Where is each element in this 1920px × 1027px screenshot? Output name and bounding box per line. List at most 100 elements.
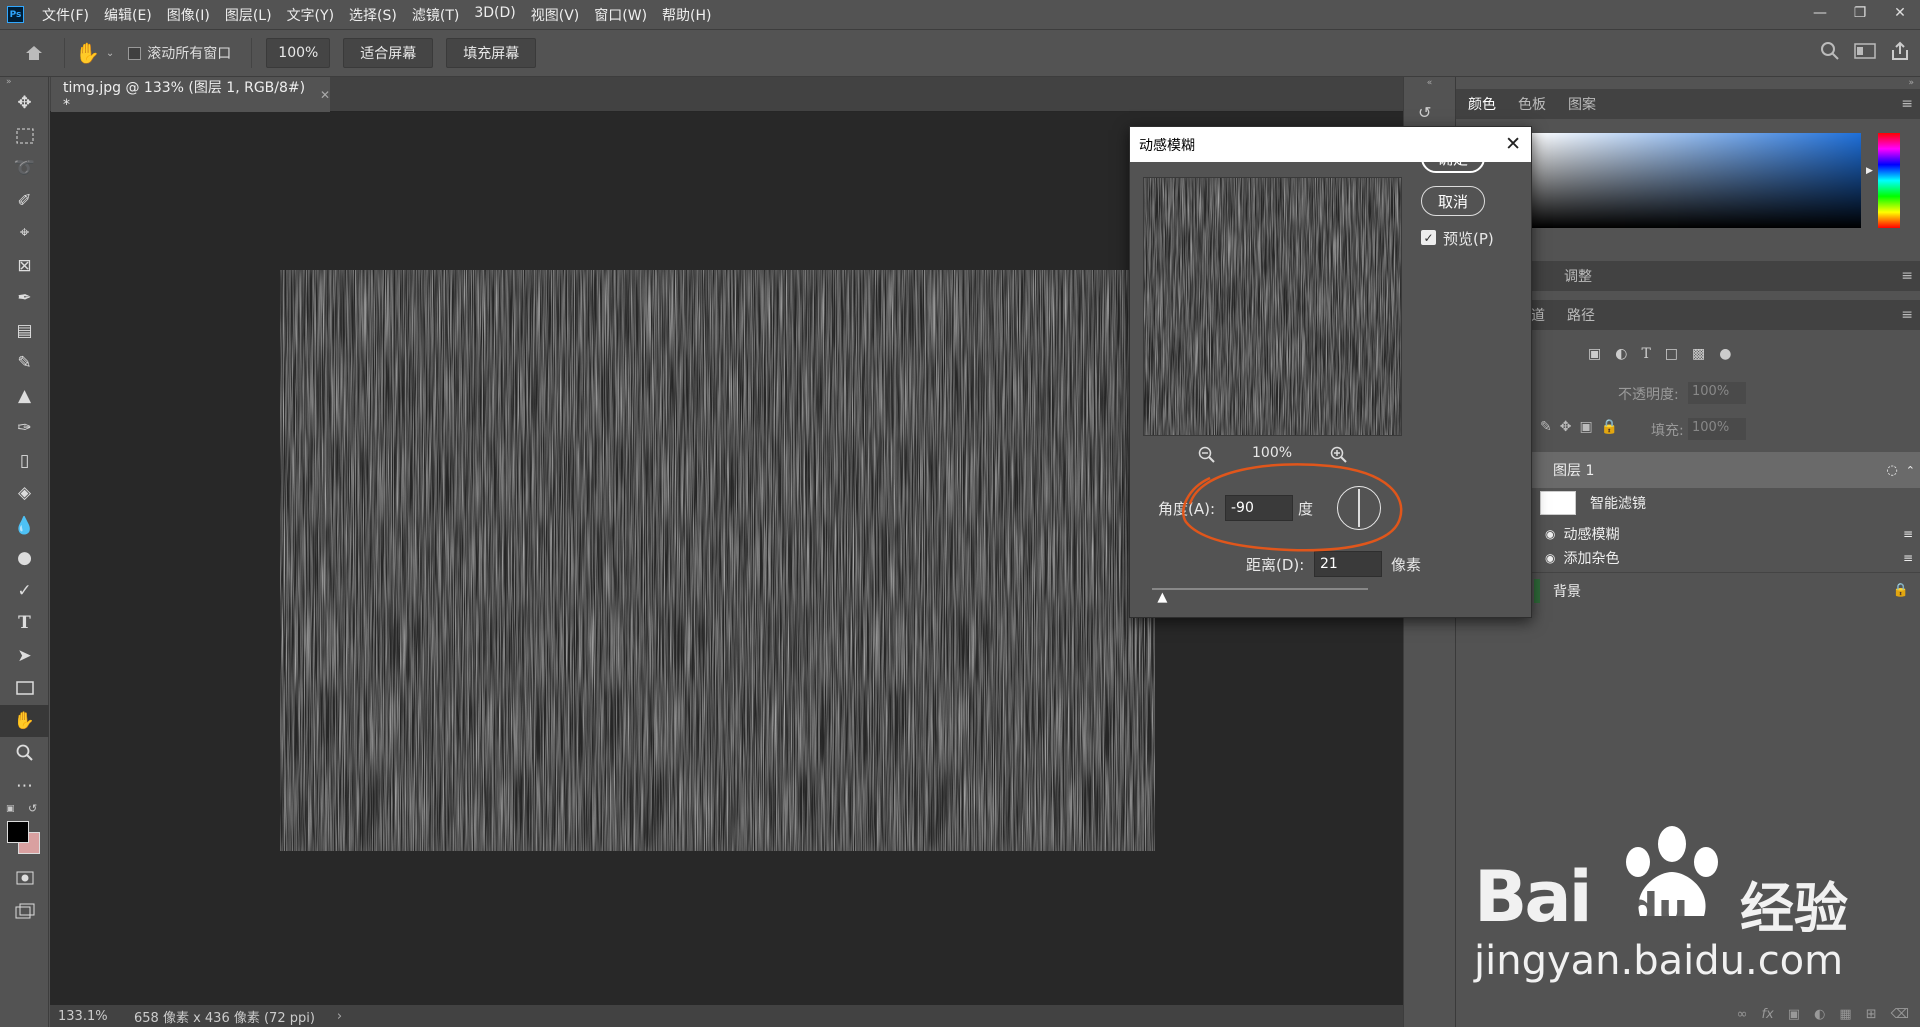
menu-3d[interactable]: 3D(D) (474, 5, 515, 25)
document-tab[interactable]: timg.jpg @ 133% (图层 1, RGB/8#) * ✕ (51, 77, 330, 113)
cancel-button[interactable]: 取消 (1421, 186, 1485, 216)
frame-tool-icon[interactable]: ⊠ (0, 250, 49, 283)
swap-colors-icon[interactable]: ↺ (28, 802, 37, 815)
eye-icon[interactable]: ◉ (1545, 551, 1555, 565)
expand-panels-icon[interactable]: » (1456, 77, 1920, 89)
color-field[interactable] (1531, 133, 1861, 228)
history-icon[interactable]: ↺ (1418, 103, 1455, 122)
eyedropper-tool-icon[interactable]: ✒ (0, 282, 49, 315)
fx-icon[interactable]: fx (1761, 1007, 1773, 1022)
paint-bucket-tool-icon[interactable]: ◈ (0, 477, 49, 510)
quick-select-tool-icon[interactable]: ✐ (0, 185, 49, 218)
tab-adjustments[interactable]: 调整 (1564, 266, 1592, 286)
panel-menu-icon-3[interactable]: ≡ (1901, 307, 1913, 323)
filter-options-icon[interactable]: ≡ (1903, 527, 1913, 541)
screen-mode-icon[interactable] (0, 895, 49, 928)
menu-image[interactable]: 图像(I) (167, 5, 210, 25)
expand-icon[interactable]: ⌃ (1906, 464, 1915, 477)
filter-preview[interactable] (1143, 177, 1402, 436)
hand-tool-icon[interactable]: ✋ (75, 41, 100, 65)
path-select-tool-icon[interactable]: ➤ (0, 640, 49, 673)
close-icon[interactable]: ✕ (1880, 0, 1920, 26)
share-icon[interactable] (1890, 41, 1910, 65)
distance-slider-thumb[interactable]: ▲ (1157, 591, 1167, 604)
filter-type-icon[interactable]: T (1641, 346, 1650, 362)
menu-file[interactable]: 文件(F) (42, 5, 89, 25)
more-tools-icon[interactable]: ⋯ (0, 770, 49, 803)
distance-slider-track[interactable] (1152, 588, 1368, 590)
status-chevron-icon[interactable]: › (337, 1009, 342, 1024)
preview-checkbox[interactable]: ✓ (1421, 230, 1436, 245)
tab-swatches[interactable]: 色板 (1518, 94, 1546, 114)
filter-toggle-icon[interactable]: ● (1719, 346, 1731, 362)
blur-tool-icon[interactable]: 💧 (0, 510, 49, 543)
quick-mask-icon[interactable] (0, 862, 49, 895)
panel-menu-icon[interactable]: ≡ (1901, 96, 1913, 112)
marquee-tool-icon[interactable] (0, 120, 49, 153)
zoom-field[interactable]: 100% (266, 38, 331, 68)
hand-tool-icon[interactable]: ✋ (0, 704, 49, 737)
link-layers-icon[interactable]: ∞ (1737, 1007, 1748, 1022)
chevron-down-icon[interactable]: ⌄ (106, 48, 114, 59)
menu-view[interactable]: 视图(V) (531, 5, 580, 25)
collapse-icon[interactable]: » (0, 77, 48, 87)
canvas-image[interactable] (280, 270, 1155, 851)
dodge-tool-icon[interactable]: ● (0, 542, 49, 575)
rectangle-tool-icon[interactable] (0, 672, 49, 705)
tab-color[interactable]: 颜色 (1468, 94, 1496, 114)
fill-screen-button[interactable]: 填充屏幕 (446, 38, 537, 68)
pen-tool-icon[interactable]: ✓ (0, 575, 49, 608)
filter-shape-icon[interactable]: □ (1665, 346, 1678, 362)
menu-window[interactable]: 窗口(W) (594, 5, 647, 25)
search-icon[interactable] (1820, 41, 1840, 65)
tab-patterns[interactable]: 图案 (1568, 94, 1596, 114)
delete-layer-icon[interactable]: ⌫ (1891, 1007, 1909, 1022)
healing-brush-tool-icon[interactable]: ▤ (0, 315, 49, 348)
status-doc-info: 658 像素 x 436 像素 (72 ppi) (134, 1010, 315, 1026)
collapse-strip-icon[interactable]: « (1404, 77, 1455, 89)
status-zoom[interactable]: 133.1% (58, 1009, 118, 1024)
scroll-all-checkbox[interactable] (128, 46, 142, 60)
close-tab-icon[interactable]: ✕ (320, 88, 330, 102)
restore-icon[interactable]: ❐ (1840, 0, 1880, 26)
minimize-icon[interactable]: — (1800, 0, 1840, 26)
filter-options-icon[interactable]: ≡ (1903, 551, 1913, 565)
fill-field[interactable]: 100% (1688, 418, 1746, 440)
menu-filter[interactable]: 滤镜(T) (412, 5, 459, 25)
zoom-tool-icon[interactable] (0, 737, 49, 770)
panel-menu-icon-2[interactable]: ≡ (1901, 268, 1913, 284)
menu-type[interactable]: 文字(Y) (287, 5, 334, 25)
document-tab-bar: timg.jpg @ 133% (图层 1, RGB/8#) * ✕ (50, 77, 1403, 113)
default-colors-icon[interactable]: ▣ (6, 804, 15, 814)
type-tool-icon[interactable]: T (0, 607, 49, 640)
adjustment-layer-icon[interactable]: ◐ (1814, 1007, 1825, 1022)
new-layer-icon[interactable]: ⊞ (1866, 1007, 1877, 1022)
history-brush-tool-icon[interactable]: ✑ (0, 412, 49, 445)
fit-screen-button[interactable]: 适合屏幕 (343, 38, 434, 68)
clone-stamp-tool-icon[interactable]: ▲ (0, 380, 49, 413)
close-icon[interactable]: ✕ (1505, 133, 1521, 155)
lasso-tool-icon[interactable]: ➰ (0, 152, 49, 185)
home-icon[interactable] (14, 44, 54, 62)
filter-pixel-icon[interactable]: ▣ (1588, 346, 1601, 362)
foreground-color-swatch[interactable] (7, 821, 29, 843)
menu-layer[interactable]: 图层(L) (225, 5, 272, 25)
workspace-icon[interactable] (1854, 43, 1876, 63)
tab-paths[interactable]: 路径 (1567, 305, 1595, 325)
tab-channels[interactable]: 道 (1531, 305, 1545, 325)
add-mask-icon[interactable]: ▣ (1788, 1007, 1800, 1022)
new-group-icon[interactable]: ▦ (1839, 1007, 1851, 1022)
eye-icon[interactable]: ◉ (1545, 527, 1555, 541)
filter-adjust-icon[interactable]: ◐ (1615, 346, 1627, 362)
crop-tool-icon[interactable]: ⌖ (0, 217, 49, 250)
eraser-tool-icon[interactable]: ▯ (0, 445, 49, 478)
menu-select[interactable]: 选择(S) (349, 5, 397, 25)
brush-tool-icon[interactable]: ✎ (0, 347, 49, 380)
menu-help[interactable]: 帮助(H) (662, 5, 711, 25)
filter-smart-icon[interactable]: ▩ (1692, 346, 1705, 362)
ok-button[interactable]: 确定 (1421, 143, 1485, 173)
opacity-field[interactable]: 100% (1688, 382, 1746, 404)
move-tool-icon[interactable]: ✥ (0, 87, 49, 120)
hue-slider[interactable] (1878, 133, 1900, 228)
menu-edit[interactable]: 编辑(E) (104, 5, 152, 25)
